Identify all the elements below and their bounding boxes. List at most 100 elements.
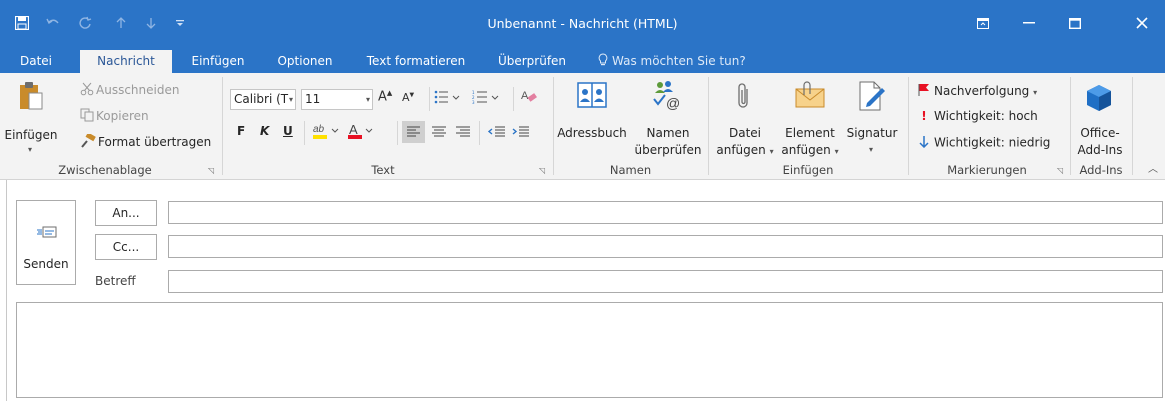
customize-toolbar-icon[interactable] <box>165 0 195 46</box>
grow-font-icon[interactable]: A▲ <box>378 89 392 104</box>
numbering-icon[interactable]: 123 <box>472 90 500 107</box>
arrow-up-icon[interactable] <box>106 0 136 46</box>
chevron-down-icon: ▾ <box>288 95 293 104</box>
address-book-button[interactable]: Adressbuch <box>555 79 629 159</box>
align-right-icon[interactable] <box>452 121 474 146</box>
arrow-down-icon[interactable] <box>136 0 166 46</box>
check-names-button[interactable]: @ Namen überprüfen <box>632 79 704 159</box>
undo-icon[interactable] <box>38 0 68 46</box>
attach-item-label-2: anfügen ▾ <box>781 143 839 157</box>
send-button[interactable]: Senden <box>16 200 76 285</box>
address-book-icon <box>577 81 607 112</box>
group-label-tags: Markierungen <box>947 163 1027 177</box>
divider <box>1132 77 1133 175</box>
tell-me-placeholder: Was möchten Sie tun? <box>612 54 746 68</box>
tell-me-box[interactable]: Was möchten Sie tun? <box>598 50 746 73</box>
align-center-icon[interactable] <box>428 121 450 146</box>
low-importance-label: Wichtigkeit: niedrig <box>934 135 1051 150</box>
minimize-icon[interactable] <box>1006 0 1052 46</box>
paste-button[interactable]: Einfügen ▾ <box>3 79 59 159</box>
italic-button[interactable]: K <box>260 124 269 138</box>
send-envelope-icon <box>37 225 57 242</box>
copy-button[interactable]: Kopieren <box>80 108 149 125</box>
divider <box>222 77 223 175</box>
cc-field[interactable] <box>168 235 1163 258</box>
window-left-edge <box>6 180 7 401</box>
tab-format-text[interactable]: Text formatieren <box>358 50 474 73</box>
decrease-indent-icon[interactable] <box>486 121 508 146</box>
signature-button[interactable]: Signatur ▾ <box>842 79 902 159</box>
lightbulb-icon <box>598 51 608 73</box>
office-addins-button[interactable]: Office- Add-Ins <box>1072 79 1128 159</box>
tab-review[interactable]: Überprüfen <box>486 50 578 73</box>
clipboard-launcher-icon[interactable]: ◹ <box>208 166 217 175</box>
highlight-icon[interactable]: ab <box>312 122 342 143</box>
follow-up-label: Nachverfolgung <box>934 84 1030 98</box>
tab-message[interactable]: Nachricht <box>80 50 172 73</box>
paste-dropdown-icon: ▾ <box>28 145 33 154</box>
svg-text:ab: ab <box>313 124 325 135</box>
signature-label: Signatur <box>846 126 898 140</box>
to-button[interactable]: An... <box>95 200 157 226</box>
cut-button[interactable]: Ausschneiden <box>80 82 179 99</box>
tab-insert[interactable]: Einfügen <box>182 50 254 73</box>
svg-text:3: 3 <box>472 100 475 104</box>
address-book-label: Adressbuch <box>557 126 627 140</box>
low-importance-button[interactable]: Wichtigkeit: niedrig <box>918 135 1050 151</box>
attach-file-button[interactable]: Datei anfügen ▾ <box>712 79 778 159</box>
office-addins-icon <box>1084 83 1114 116</box>
font-color-icon[interactable]: A <box>347 122 377 143</box>
bold-button[interactable]: F <box>237 124 245 138</box>
group-label-names: Namen <box>609 163 652 177</box>
tab-options[interactable]: Optionen <box>268 50 342 73</box>
ribbon-display-options-icon[interactable] <box>960 0 1006 46</box>
to-field[interactable] <box>168 201 1163 224</box>
redo-icon[interactable] <box>70 0 100 46</box>
format-painter-icon <box>80 132 96 151</box>
check-names-label-2: überprüfen <box>634 143 702 157</box>
svg-text:A: A <box>521 90 529 102</box>
svg-text:A: A <box>349 122 358 137</box>
check-names-icon: @ <box>652 79 682 114</box>
increase-indent-icon[interactable] <box>510 121 532 146</box>
office-addins-label-1: Office- <box>1080 126 1120 140</box>
maximize-icon[interactable] <box>1052 0 1098 46</box>
collapse-ribbon-icon[interactable]: ︿ <box>1148 160 1158 175</box>
attach-item-label-1: Element <box>785 126 835 140</box>
svg-text:@: @ <box>666 95 680 111</box>
cc-button[interactable]: Cc... <box>95 234 157 260</box>
follow-up-button[interactable]: Nachverfolgung ▾ <box>918 83 1037 100</box>
message-body[interactable] <box>16 302 1163 398</box>
bullets-icon[interactable] <box>434 90 460 107</box>
paste-icon <box>19 81 43 114</box>
group-label-text: Text <box>371 163 395 177</box>
shrink-font-icon[interactable]: A▼ <box>402 91 414 104</box>
attach-item-button[interactable]: Element anfügen ▾ <box>778 79 842 159</box>
paperclip-icon <box>736 81 752 114</box>
divider <box>429 87 430 111</box>
high-importance-label: Wichtigkeit: hoch <box>934 109 1038 123</box>
clear-formatting-icon[interactable]: A <box>521 88 537 107</box>
copy-label: Kopieren <box>96 109 149 123</box>
format-painter-label: Format übertragen <box>98 135 212 149</box>
divider <box>708 77 709 175</box>
signature-icon <box>858 81 886 114</box>
tab-file[interactable]: Datei <box>14 50 58 73</box>
subject-label: Betreff <box>95 274 136 288</box>
format-painter-button[interactable]: Format übertragen <box>80 132 212 151</box>
font-name-combo[interactable]: Calibri (T ▾ <box>230 89 296 110</box>
exclamation-icon: ! <box>921 109 927 123</box>
save-icon[interactable] <box>7 0 37 46</box>
close-icon[interactable] <box>1119 0 1165 46</box>
divider <box>553 77 554 175</box>
high-importance-button[interactable]: ! Wichtigkeit: hoch <box>918 109 1038 123</box>
copy-icon <box>80 108 94 125</box>
subject-field[interactable] <box>168 270 1163 293</box>
divider <box>397 121 398 145</box>
align-left-button[interactable] <box>402 121 425 143</box>
tags-launcher-icon[interactable]: ◹ <box>1057 166 1066 175</box>
underline-button[interactable]: U <box>283 124 293 138</box>
text-launcher-icon[interactable]: ◹ <box>539 166 548 175</box>
font-size-combo[interactable]: 11 ▾ <box>301 89 373 110</box>
ribbon: Einfügen ▾ Ausschneiden Kopieren Format … <box>0 73 1165 180</box>
